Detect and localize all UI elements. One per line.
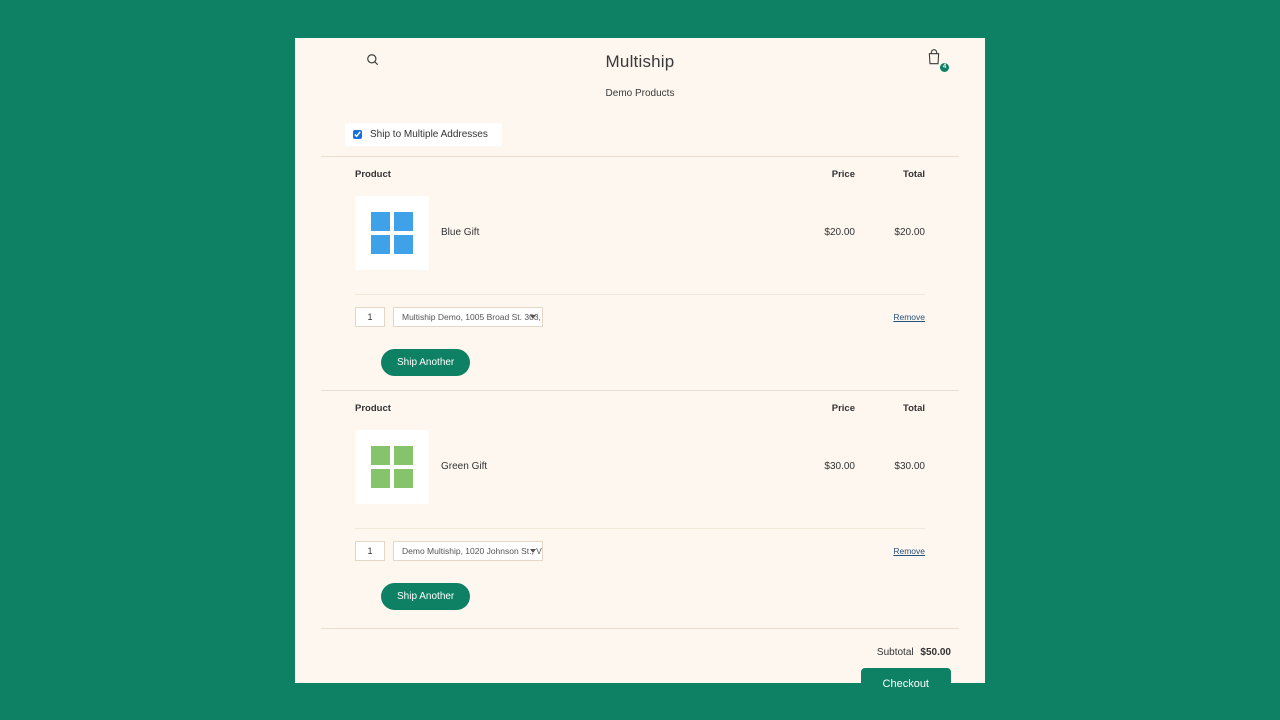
subtotal-row: Subtotal $50.00 [321,647,951,658]
col-price: Price [785,169,855,180]
address-select[interactable]: Demo Multiship, 1020 Johnson St., Victo.… [393,541,543,561]
multiship-checkbox[interactable] [353,130,362,139]
multiship-label: Ship to Multiple Addresses [370,129,488,140]
search-icon [366,53,380,67]
gift-icon [369,210,415,256]
col-total: Total [855,403,925,414]
checkout-button[interactable]: Checkout [861,668,951,700]
subtotal-label: Subtotal [877,647,914,658]
cart-page: Multiship 4 Demo Products Ship to Multip… [295,38,985,683]
product-name: Green Gift [441,461,487,472]
cart-list: Product Price Total Blue Gift [321,156,959,624]
column-headers: Product Price Total [355,169,925,180]
cart-count-badge: 4 [940,63,949,72]
brand-title: Multiship [606,52,675,72]
cart-line: Product Price Total Blue Gift [321,156,959,339]
product-thumbnail [355,196,429,270]
ship-another-button[interactable]: Ship Another [381,583,470,610]
cart-footer: Subtotal $50.00 Checkout [321,628,959,658]
chevron-down-icon [530,549,536,553]
ship-another-button[interactable]: Ship Another [381,349,470,376]
cart-line: Product Price Total Green Gift [321,390,959,573]
quantity-input[interactable] [355,307,385,327]
nav-link-demo-products[interactable]: Demo Products [295,86,985,105]
product-name: Blue Gift [441,227,479,238]
remove-link[interactable]: Remove [893,312,925,322]
multiship-toggle-row: Ship to Multiple Addresses [345,123,502,146]
subtotal-value: $50.00 [920,647,951,658]
address-row: Multiship Demo, 1005 Broad St. 303, Vict… [355,294,925,339]
search-button[interactable] [363,52,383,72]
product-price: $20.00 [785,227,855,238]
header: Multiship 4 [295,38,985,86]
product-total: $30.00 [855,461,925,472]
column-headers: Product Price Total [355,403,925,414]
bag-icon [926,48,942,66]
cart-button[interactable]: 4 [923,48,945,70]
product-row: Green Gift $30.00 $30.00 [355,430,925,504]
product-price: $30.00 [785,461,855,472]
product-cell: Green Gift [355,430,785,504]
product-total: $20.00 [855,227,925,238]
product-cell: Blue Gift [355,196,785,270]
col-product: Product [355,403,785,414]
product-thumbnail [355,430,429,504]
address-select[interactable]: Multiship Demo, 1005 Broad St. 303, Vict… [393,307,543,327]
address-row: Demo Multiship, 1020 Johnson St., Victo.… [355,528,925,573]
chevron-down-icon [530,315,536,319]
address-select-value: Demo Multiship, 1020 Johnson St., Victo.… [402,546,543,556]
product-row: Blue Gift $20.00 $20.00 [355,196,925,270]
col-price: Price [785,403,855,414]
quantity-input[interactable] [355,541,385,561]
col-total: Total [855,169,925,180]
remove-link[interactable]: Remove [893,546,925,556]
gift-icon [369,444,415,490]
col-product: Product [355,169,785,180]
address-select-value: Multiship Demo, 1005 Broad St. 303, Vict… [402,312,543,322]
